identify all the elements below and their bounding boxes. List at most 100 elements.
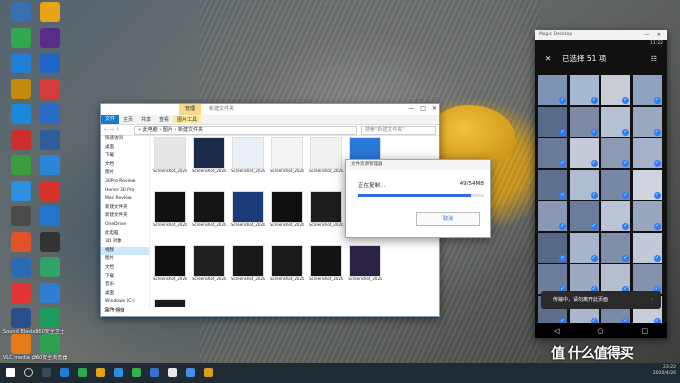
file-thumbnail[interactable]: Screenshot_20200425_203301_com.huawei.wa… [153, 191, 187, 237]
checkmark-icon[interactable]: ✓ [559, 254, 566, 262]
photo-cell[interactable]: ✓ [632, 75, 662, 105]
photo-cell[interactable]: ✓ [569, 201, 599, 231]
tab-home[interactable]: 主页 [119, 116, 137, 123]
app-icon-5[interactable] [186, 368, 195, 377]
desktop-icon[interactable] [32, 282, 68, 304]
checkmark-icon[interactable]: ✓ [622, 160, 629, 167]
checkmark-icon[interactable]: ✓ [590, 254, 598, 262]
address-bar[interactable]: « 此电脑 › 图片 › 新建文件夹 [134, 125, 357, 135]
app-icon-4[interactable] [168, 368, 177, 377]
app-icon-1[interactable] [78, 368, 87, 377]
checkmark-icon[interactable]: ✓ [590, 128, 598, 136]
photo-cell[interactable]: ✓ [569, 264, 599, 294]
photo-cell[interactable]: ✓ [538, 264, 567, 294]
desktop-icon[interactable] [32, 231, 68, 253]
nav-arrows-icon[interactable]: ← → ↑ [101, 127, 134, 133]
photo-cell[interactable]: ✓ [601, 232, 630, 263]
checkmark-icon[interactable]: ✓ [653, 128, 661, 136]
nav-pane-item[interactable]: 音乐 [101, 281, 149, 290]
checkmark-icon[interactable]: ✓ [590, 191, 598, 199]
nav-pane-item[interactable]: 下载 [101, 273, 149, 282]
desktop-icon[interactable] [32, 257, 68, 278]
file-thumbnail[interactable]: Screenshot_20200425_203309_com.huawei.wa… [192, 191, 226, 237]
photo-cell[interactable]: ✓ [569, 106, 599, 137]
tab-manage[interactable]: 管理 [179, 104, 202, 115]
app-icon-3[interactable] [150, 368, 159, 377]
file-thumbnail[interactable]: Screenshot_20200425_204501_com.huawei.wa… [309, 245, 343, 291]
file-thumbnail[interactable]: Screenshot_20200425_203518_com.huawei.wa… [309, 191, 343, 237]
photo-cell[interactable]: ✓ [569, 232, 599, 263]
recents-icon[interactable]: □ [641, 327, 648, 335]
tab-picture-tools[interactable]: 图片工具 [173, 116, 202, 123]
photo-cell[interactable]: ✓ [632, 138, 662, 168]
photo-cell[interactable]: ✓ [538, 75, 567, 105]
photo-cell[interactable]: ✓ [632, 232, 662, 263]
checkmark-icon[interactable]: ✓ [590, 160, 598, 167]
checkmark-icon[interactable]: ✓ [559, 128, 566, 136]
system-tray-clock[interactable]: 23:22 2020/4/26 [653, 365, 676, 377]
file-explorer-icon[interactable] [96, 368, 105, 377]
nav-pane-item[interactable]: 桌面 [101, 290, 149, 299]
nav-pane-item[interactable]: 快速访问 [101, 135, 149, 144]
cancel-button[interactable]: 取消 [416, 212, 480, 226]
checkmark-icon[interactable]: ✓ [622, 254, 629, 262]
close-icon[interactable]: ✕ [432, 105, 437, 112]
photo-cell[interactable]: ✓ [601, 106, 630, 137]
search-input[interactable]: 搜索"新建文件夹" [361, 125, 436, 135]
desktop-icon[interactable] [32, 104, 68, 125]
windows-start-icon[interactable] [6, 368, 15, 377]
nav-pane-item[interactable]: Honor 30 Pro [101, 187, 149, 196]
photo-cell[interactable]: ✓ [632, 169, 662, 200]
checkmark-icon[interactable]: ✓ [622, 97, 629, 104]
desktop-icon[interactable] [32, 155, 68, 176]
photo-cell[interactable]: ✓ [538, 106, 567, 137]
desktop-icon[interactable]: 360安全卫士 [32, 308, 68, 335]
app-icon-6[interactable] [204, 368, 213, 377]
file-thumbnail[interactable]: Screenshot_20200425_203322_com.huawei.wa… [231, 191, 265, 237]
nav-pane-item[interactable]: 3D 对象 [101, 238, 149, 247]
tab-share[interactable]: 共享 [137, 116, 155, 123]
file-thumbnail[interactable]: Screenshot_20200425_165344_com.huawei.br… [309, 137, 343, 183]
nav-pane-item[interactable]: OneDrive [101, 221, 149, 230]
nav-pane-item[interactable]: 视频 [101, 246, 149, 256]
file-thumbnail[interactable]: Screenshot_20200425_211538_com.huawei.wa… [153, 299, 187, 307]
nav-pane-item[interactable]: 图片 [101, 255, 149, 264]
minimize-icon[interactable]: — [408, 105, 414, 112]
checkmark-icon[interactable]: ✓ [653, 160, 661, 167]
desktop-icon[interactable] [32, 206, 68, 227]
phone-window-controls[interactable]: — ✕ [644, 30, 664, 40]
photo-cell[interactable]: ✓ [601, 138, 630, 168]
nav-pane-item[interactable]: 文档 [101, 264, 149, 273]
file-thumbnail[interactable]: Screenshot_20200425_204214_com.huawei.wa… [153, 245, 187, 291]
nav-pane-item[interactable]: 文档 [101, 161, 149, 170]
checkmark-icon[interactable]: ✓ [653, 254, 661, 262]
tab-file[interactable]: 文件 [101, 115, 120, 124]
wechat-icon[interactable] [132, 368, 141, 377]
photo-cell[interactable]: ✓ [632, 106, 662, 137]
checkmark-icon[interactable]: ✓ [559, 160, 566, 167]
checkmark-icon[interactable]: ✓ [559, 191, 566, 199]
copy-progress-dialog[interactable]: 文件资源管理器 正在复制... 49/54MB 取消 [345, 159, 491, 238]
desktop-icon[interactable] [32, 27, 68, 49]
checkmark-icon[interactable]: ✓ [653, 223, 661, 230]
nav-pane-item[interactable]: 图片 [101, 169, 149, 178]
photo-cell[interactable]: ✓ [632, 264, 662, 294]
checkmark-icon[interactable]: ✓ [622, 223, 629, 230]
desktop-icon[interactable] [32, 78, 68, 100]
edge-browser-icon[interactable] [60, 368, 69, 377]
photo-cell[interactable]: ✓ [569, 169, 599, 200]
close-selection-icon[interactable]: ✕ [545, 48, 551, 70]
nav-pane-item[interactable]: 此电脑 [101, 230, 149, 239]
desktop-icon[interactable] [32, 2, 68, 23]
photo-cell[interactable]: ✓ [601, 75, 630, 105]
nav-pane-item[interactable]: 30Pro Review [101, 178, 149, 187]
desktop-icon[interactable]: 360安全浏览器 [32, 333, 68, 361]
photo-cell[interactable]: ✓ [538, 138, 567, 168]
nav-pane-item[interactable]: 新建文件夹 [101, 204, 149, 213]
desktop-icon[interactable] [32, 129, 68, 151]
file-thumbnail[interactable]: Screenshot_20200424_112658_com.futuremar… [270, 137, 304, 183]
photo-cell[interactable]: ✓ [538, 232, 567, 263]
file-thumbnail[interactable]: Screenshot_20200423_211235_com.tencent.m… [153, 137, 187, 183]
maximize-icon[interactable]: □ [420, 105, 426, 112]
file-thumbnail[interactable]: Screenshot_20200425_204408_com.huawei.wa… [270, 245, 304, 291]
